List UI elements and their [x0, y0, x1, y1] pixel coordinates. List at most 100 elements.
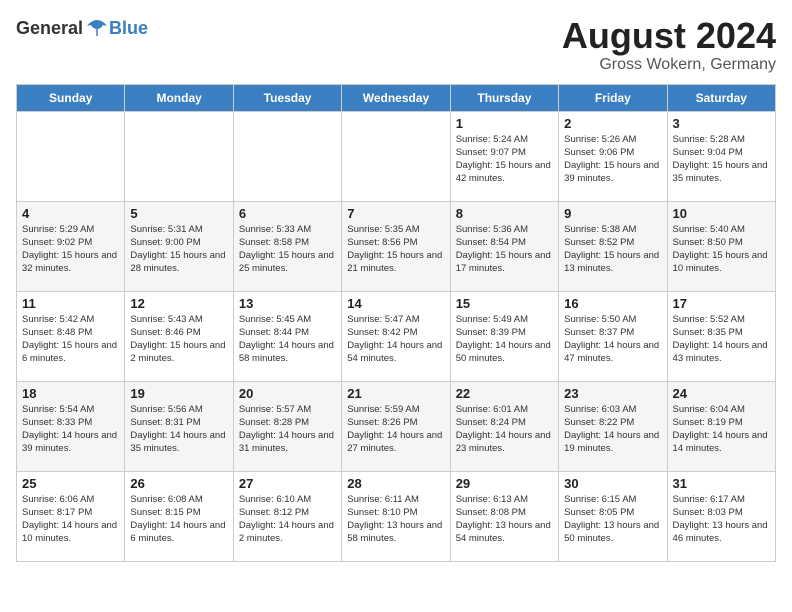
day-info: Sunrise: 5:50 AM Sunset: 8:37 PM Dayligh… [564, 313, 661, 366]
calendar-cell: 11Sunrise: 5:42 AM Sunset: 8:48 PM Dayli… [17, 291, 125, 381]
day-number: 17 [673, 296, 770, 311]
day-number: 14 [347, 296, 444, 311]
day-info: Sunrise: 5:31 AM Sunset: 9:00 PM Dayligh… [130, 223, 227, 276]
day-number: 18 [22, 386, 119, 401]
calendar-cell: 22 Sunrise: 6:01 AM Sunset: 8:24 PM Dayli… [450, 381, 558, 471]
day-info: Sunrise: 6:17 AM Sunset: 8:03 PM Dayligh… [673, 493, 770, 546]
calendar-cell [125, 111, 233, 201]
calendar-title: August 2024 [562, 16, 776, 56]
calendar-cell: 10 Sunrise: 5:40 AM Sunset: 8:50 PM Dayli… [667, 201, 775, 291]
weekday-header-sunday: Sunday [17, 84, 125, 111]
day-number: 5 [130, 206, 227, 221]
calendar-cell: 24 Sunrise: 6:04 AM Sunset: 8:19 PM Dayli… [667, 381, 775, 471]
calendar-cell: 5 Sunrise: 5:31 AM Sunset: 9:00 PM Daylig… [125, 201, 233, 291]
calendar-cell [17, 111, 125, 201]
calendar-cell: 15 Sunrise: 5:49 AM Sunset: 8:39 PM Dayli… [450, 291, 558, 381]
calendar-subtitle: Gross Wokern, Germany [562, 56, 776, 74]
day-info: Sunrise: 6:13 AM Sunset: 8:08 PM Dayligh… [456, 493, 553, 546]
calendar-week-row: 11Sunrise: 5:42 AM Sunset: 8:48 PM Dayli… [17, 291, 776, 381]
weekday-header-tuesday: Tuesday [233, 84, 341, 111]
day-info: Sunrise: 6:01 AM Sunset: 8:24 PM Dayligh… [456, 403, 553, 456]
calendar-week-row: 1 Sunrise: 5:24 AM Sunset: 9:07 PM Daylig… [17, 111, 776, 201]
day-number: 3 [673, 116, 770, 131]
title-block: August 2024 Gross Wokern, Germany [562, 16, 776, 74]
day-info: Sunrise: 6:04 AM Sunset: 8:19 PM Dayligh… [673, 403, 770, 456]
day-info: Sunrise: 5:36 AM Sunset: 8:54 PM Dayligh… [456, 223, 553, 276]
calendar-cell: 20 Sunrise: 5:57 AM Sunset: 8:28 PM Dayli… [233, 381, 341, 471]
day-number: 9 [564, 206, 661, 221]
day-number: 20 [239, 386, 336, 401]
header: General Blue August 2024 Gross Wokern, G… [16, 16, 776, 74]
day-number: 1 [456, 116, 553, 131]
calendar-cell: 1 Sunrise: 5:24 AM Sunset: 9:07 PM Daylig… [450, 111, 558, 201]
weekday-header-row: SundayMondayTuesdayWednesdayThursdayFrid… [17, 84, 776, 111]
logo-bird-icon [85, 16, 109, 40]
calendar-cell: 18Sunrise: 5:54 AM Sunset: 8:33 PM Dayli… [17, 381, 125, 471]
day-info: Sunrise: 5:47 AM Sunset: 8:42 PM Dayligh… [347, 313, 444, 366]
calendar-table: SundayMondayTuesdayWednesdayThursdayFrid… [16, 84, 776, 562]
calendar-cell: 29Sunrise: 6:13 AM Sunset: 8:08 PM Dayli… [450, 471, 558, 561]
calendar-week-row: 4 Sunrise: 5:29 AM Sunset: 9:02 PM Daylig… [17, 201, 776, 291]
day-number: 7 [347, 206, 444, 221]
day-info: Sunrise: 5:59 AM Sunset: 8:26 PM Dayligh… [347, 403, 444, 456]
day-info: Sunrise: 5:56 AM Sunset: 8:31 PM Dayligh… [130, 403, 227, 456]
calendar-cell: 28 Sunrise: 6:11 AM Sunset: 8:10 PM Dayli… [342, 471, 450, 561]
day-number: 31 [673, 476, 770, 491]
weekday-header-wednesday: Wednesday [342, 84, 450, 111]
day-number: 19 [130, 386, 227, 401]
calendar-cell: 16 Sunrise: 5:50 AM Sunset: 8:37 PM Dayli… [559, 291, 667, 381]
calendar-cell: 21 Sunrise: 5:59 AM Sunset: 8:26 PM Dayli… [342, 381, 450, 471]
calendar-cell: 26Sunrise: 6:08 AM Sunset: 8:15 PM Dayli… [125, 471, 233, 561]
day-info: Sunrise: 5:57 AM Sunset: 8:28 PM Dayligh… [239, 403, 336, 456]
day-info: Sunrise: 5:40 AM Sunset: 8:50 PM Dayligh… [673, 223, 770, 276]
calendar-cell: 13 Sunrise: 5:45 AM Sunset: 8:44 PM Dayli… [233, 291, 341, 381]
calendar-cell: 30 Sunrise: 6:15 AM Sunset: 8:05 PM Dayli… [559, 471, 667, 561]
day-number: 30 [564, 476, 661, 491]
calendar-cell: 3 Sunrise: 5:28 AM Sunset: 9:04 PM Daylig… [667, 111, 775, 201]
day-info: Sunrise: 5:49 AM Sunset: 8:39 PM Dayligh… [456, 313, 553, 366]
day-info: Sunrise: 6:15 AM Sunset: 8:05 PM Dayligh… [564, 493, 661, 546]
day-info: Sunrise: 5:24 AM Sunset: 9:07 PM Dayligh… [456, 133, 553, 186]
day-info: Sunrise: 5:26 AM Sunset: 9:06 PM Dayligh… [564, 133, 661, 186]
day-number: 15 [456, 296, 553, 311]
day-number: 24 [673, 386, 770, 401]
weekday-header-thursday: Thursday [450, 84, 558, 111]
day-number: 28 [347, 476, 444, 491]
day-number: 22 [456, 386, 553, 401]
day-info: Sunrise: 5:33 AM Sunset: 8:58 PM Dayligh… [239, 223, 336, 276]
day-number: 4 [22, 206, 119, 221]
weekday-header-monday: Monday [125, 84, 233, 111]
calendar-cell: 12 Sunrise: 5:43 AM Sunset: 8:46 PM Dayli… [125, 291, 233, 381]
day-info: Sunrise: 5:45 AM Sunset: 8:44 PM Dayligh… [239, 313, 336, 366]
day-number: 10 [673, 206, 770, 221]
calendar-cell: 7 Sunrise: 5:35 AM Sunset: 8:56 PM Daylig… [342, 201, 450, 291]
day-info: Sunrise: 5:38 AM Sunset: 8:52 PM Dayligh… [564, 223, 661, 276]
calendar-cell: 2 Sunrise: 5:26 AM Sunset: 9:06 PM Daylig… [559, 111, 667, 201]
calendar-cell: 31 Sunrise: 6:17 AM Sunset: 8:03 PM Dayli… [667, 471, 775, 561]
day-number: 21 [347, 386, 444, 401]
calendar-cell: 25 Sunrise: 6:06 AM Sunset: 8:17 PM Dayli… [17, 471, 125, 561]
day-info: Sunrise: 5:43 AM Sunset: 8:46 PM Dayligh… [130, 313, 227, 366]
day-info: Sunrise: 6:11 AM Sunset: 8:10 PM Dayligh… [347, 493, 444, 546]
day-number: 12 [130, 296, 227, 311]
calendar-cell [342, 111, 450, 201]
day-info: Sunrise: 5:35 AM Sunset: 8:56 PM Dayligh… [347, 223, 444, 276]
calendar-cell: 23Sunrise: 6:03 AM Sunset: 8:22 PM Dayli… [559, 381, 667, 471]
day-info: Sunrise: 5:42 AM Sunset: 8:48 PM Dayligh… [22, 313, 119, 366]
day-info: Sunrise: 5:29 AM Sunset: 9:02 PM Dayligh… [22, 223, 119, 276]
calendar-cell: 4 Sunrise: 5:29 AM Sunset: 9:02 PM Daylig… [17, 201, 125, 291]
day-number: 23 [564, 386, 661, 401]
day-number: 25 [22, 476, 119, 491]
day-info: Sunrise: 6:06 AM Sunset: 8:17 PM Dayligh… [22, 493, 119, 546]
day-number: 8 [456, 206, 553, 221]
day-info: Sunrise: 6:08 AM Sunset: 8:15 PM Dayligh… [130, 493, 227, 546]
day-number: 2 [564, 116, 661, 131]
logo-blue-text: Blue [109, 18, 148, 39]
calendar-cell: 9 Sunrise: 5:38 AM Sunset: 8:52 PM Daylig… [559, 201, 667, 291]
calendar-cell: 14 Sunrise: 5:47 AM Sunset: 8:42 PM Dayli… [342, 291, 450, 381]
weekday-header-friday: Friday [559, 84, 667, 111]
day-info: Sunrise: 5:28 AM Sunset: 9:04 PM Dayligh… [673, 133, 770, 186]
day-number: 16 [564, 296, 661, 311]
day-number: 27 [239, 476, 336, 491]
day-number: 13 [239, 296, 336, 311]
